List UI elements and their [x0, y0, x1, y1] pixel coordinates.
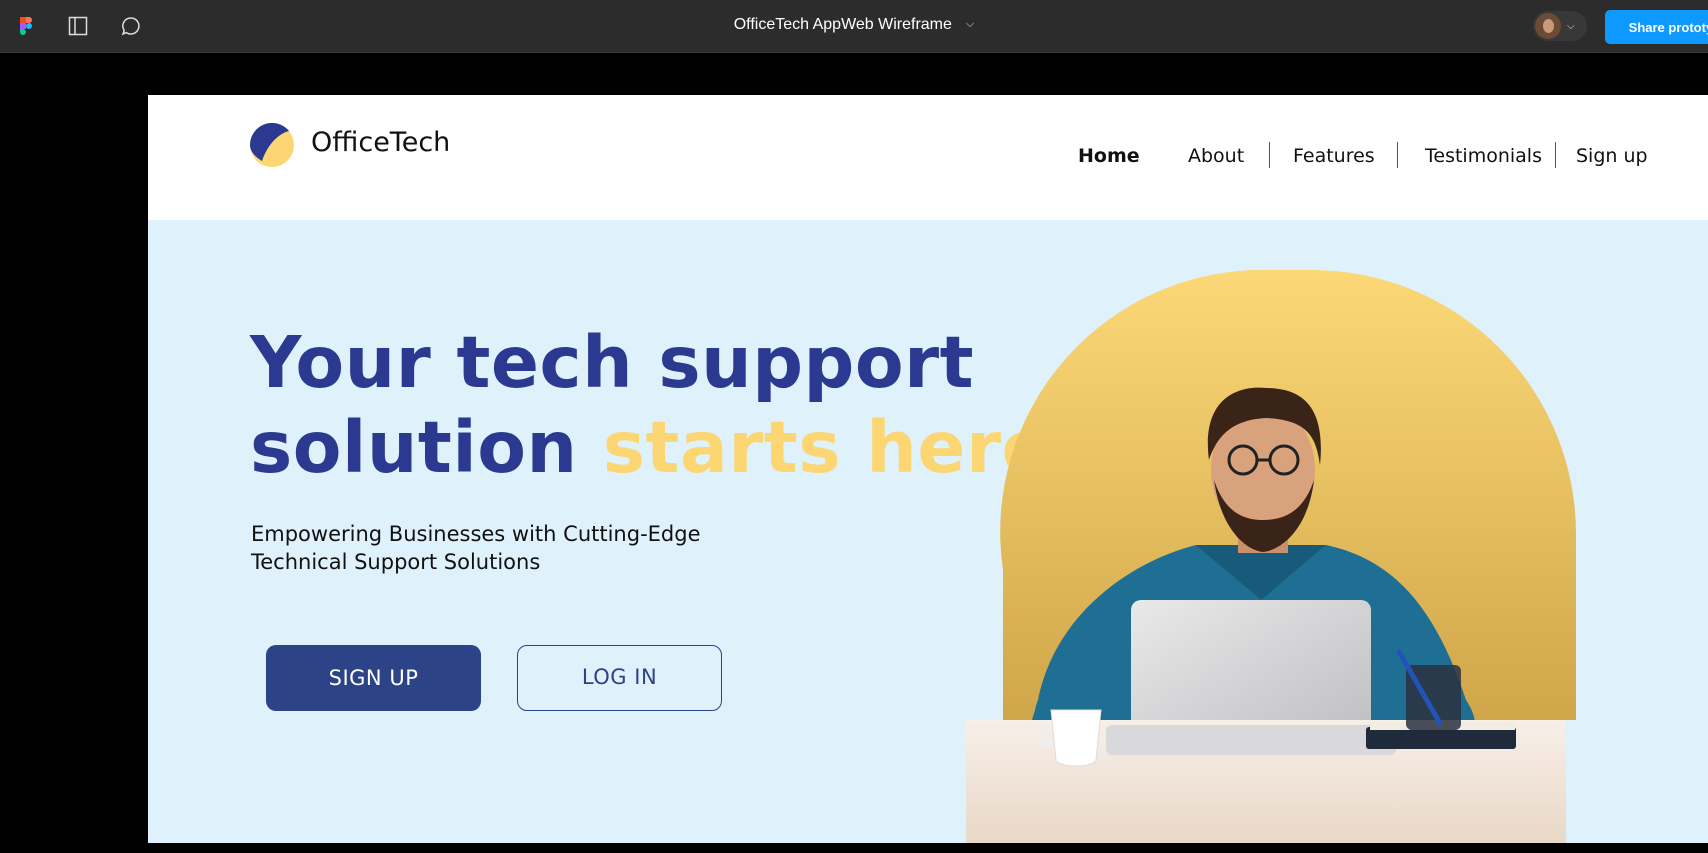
nav-testimonials[interactable]: Testimonials: [1425, 145, 1542, 167]
officetech-logo-icon: [250, 123, 294, 167]
nav-about[interactable]: About: [1188, 145, 1244, 167]
hero-section: Your tech support solution starts here E…: [148, 220, 1708, 843]
chevron-down-icon[interactable]: ⌵: [966, 18, 974, 31]
prototype-frame: OfficeTech Home About Features Testimoni…: [148, 95, 1708, 843]
headline-line-1: Your tech support: [250, 321, 975, 404]
site-navbar: OfficeTech Home About Features Testimoni…: [148, 95, 1708, 220]
hero-illustration: [966, 270, 1576, 843]
figma-toolbar: OfficeTech AppWeb Wireframe ⌵ ⌵ Share pro…: [0, 0, 1708, 53]
file-title-text: OfficeTech AppWeb Wireframe: [733, 16, 952, 33]
nav-divider: [1269, 142, 1270, 168]
nav-divider: [1397, 142, 1398, 168]
brand-name[interactable]: OfficeTech: [311, 127, 450, 158]
nav-sign-up[interactable]: Sign up: [1576, 145, 1648, 167]
headline-line-2: solution starts here: [250, 405, 1050, 490]
headline-text: solution: [250, 406, 603, 489]
nav-divider: [1555, 142, 1556, 168]
share-prototype-button[interactable]: Share prototype: [1605, 10, 1708, 44]
nav-home[interactable]: Home: [1078, 145, 1140, 167]
log-in-button[interactable]: LOG IN: [517, 645, 722, 711]
hero-headline: Your tech support solution starts here: [250, 320, 1050, 490]
nav-features[interactable]: Features: [1293, 145, 1375, 167]
chevron-down-icon: ⌵: [1567, 20, 1575, 32]
sign-up-button[interactable]: SIGN UP: [266, 645, 481, 711]
avatar: [1535, 13, 1561, 39]
hero-subtitle: Empowering Businesses with Cutting-Edge …: [251, 522, 701, 574]
file-title[interactable]: OfficeTech AppWeb Wireframe ⌵: [0, 16, 1708, 34]
user-menu[interactable]: ⌵: [1533, 11, 1587, 41]
